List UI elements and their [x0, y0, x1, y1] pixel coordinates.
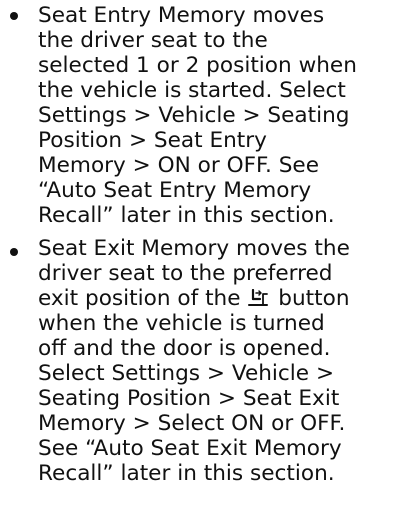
text-line: “Auto Seat Entry Memory: [38, 178, 312, 203]
text-line: selected 1 or 2 position when: [38, 53, 357, 78]
text-fragment: button: [278, 286, 350, 311]
text-line: driver seat to the preferred: [38, 261, 333, 286]
text-line: Recall” later in this section.: [38, 461, 335, 486]
bullet-list: Seat Entry Memory moves the driver seat …: [0, 0, 417, 486]
bullet-dot: [10, 12, 18, 20]
document-page: Seat Entry Memory moves the driver seat …: [0, 0, 417, 508]
text-line: off and the door is opened.: [38, 336, 331, 361]
text-line: Position > Seat Entry: [38, 128, 267, 153]
text-line: Memory > ON or OFF. See: [38, 153, 319, 178]
seat-exit-icon: [248, 289, 269, 307]
text-line-with-icon: exit position of the button: [38, 286, 411, 311]
text-line: Seat Entry Memory moves: [38, 3, 325, 28]
bullet-item-seat-entry-memory: Seat Entry Memory moves the driver seat …: [0, 0, 417, 228]
bullet-dot: [10, 248, 18, 256]
text-line: when the vehicle is turned: [38, 311, 325, 336]
text-line: the vehicle is started. Select: [38, 78, 346, 103]
bullet-item-seat-exit-memory: Seat Exit Memory moves the driver seat t…: [0, 236, 417, 486]
text-line: Settings > Vehicle > Seating: [38, 103, 350, 128]
text-line: Select Settings > Vehicle >: [38, 361, 335, 386]
text-line: Memory > Select ON or OFF.: [38, 411, 346, 436]
text-line: the driver seat to the: [38, 28, 268, 53]
text-line: Seating Position > Seat Exit: [38, 386, 340, 411]
text-line: Recall” later in this section.: [38, 203, 335, 228]
text-line: Seat Exit Memory moves the: [38, 236, 350, 261]
text-fragment: exit position of the: [38, 286, 241, 311]
text-line: See “Auto Seat Exit Memory: [38, 436, 342, 461]
